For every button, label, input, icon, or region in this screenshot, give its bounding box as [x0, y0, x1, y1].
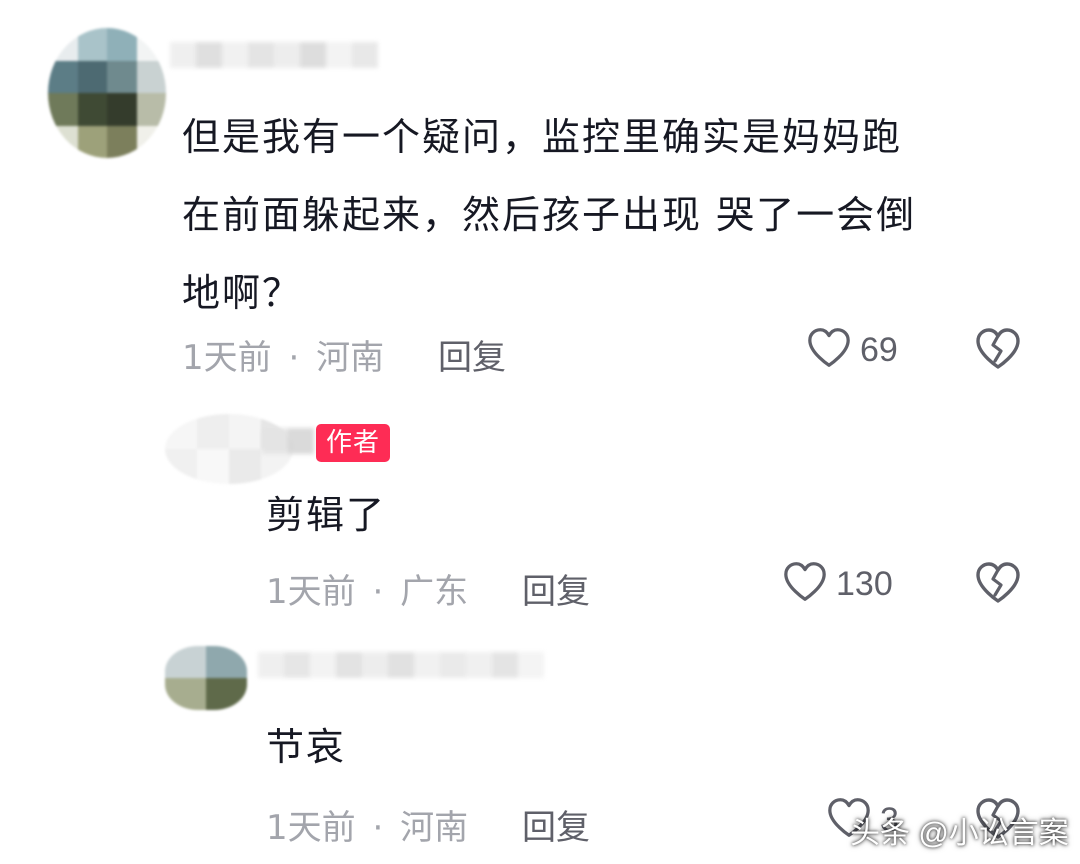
avatar[interactable] — [165, 646, 247, 710]
avatar[interactable] — [48, 28, 166, 158]
reply-button[interactable]: 回复 — [438, 330, 506, 379]
watermark: 头条 @小讼言案 — [850, 817, 1069, 850]
like-button[interactable]: 130 — [782, 560, 893, 608]
meta-separator: · — [288, 338, 300, 378]
heart-outline-icon — [806, 326, 852, 374]
comment-time: 1天前 — [182, 338, 272, 378]
like-count: 69 — [860, 330, 898, 369]
comment-location: 河南 — [316, 338, 385, 378]
comment-location: 河南 — [400, 808, 469, 848]
comment-meta: 1天前 · 广东 — [266, 564, 468, 613]
broken-heart-icon — [974, 562, 1022, 610]
reply-button[interactable]: 回复 — [522, 564, 590, 613]
heart-outline-icon — [782, 560, 828, 608]
comment-text-line: 剪辑了 — [266, 493, 387, 537]
comment-text: 但是我有一个疑问，监控里确实是妈妈跑 在前面躲起来，然后孩子出现 哭了一会倒 地… — [182, 98, 916, 332]
username-blurred[interactable] — [262, 428, 314, 454]
like-button[interactable]: 69 — [806, 326, 898, 374]
comment-time: 1天前 — [266, 808, 356, 848]
meta-separator: · — [372, 808, 384, 848]
comment-location: 广东 — [400, 572, 469, 612]
comment-item: 但是我有一个疑问，监控里确实是妈妈跑 在前面躲起来，然后孩子出现 哭了一会倒 地… — [0, 0, 1080, 400]
reply-item: 作者 剪辑了 1天前 · 广东 回复 130 — [0, 400, 1080, 630]
username-blurred[interactable] — [258, 652, 544, 678]
comment-time: 1天前 — [266, 572, 356, 612]
comment-text: 剪辑了 — [266, 476, 386, 554]
dislike-button[interactable] — [974, 560, 1022, 610]
broken-heart-icon — [974, 328, 1022, 376]
meta-separator: · — [372, 572, 384, 612]
username-blurred[interactable] — [170, 42, 378, 68]
comment-meta: 1天前 · 河南 — [182, 330, 384, 379]
comment-text-line: 节哀 — [266, 725, 347, 769]
dislike-button[interactable] — [974, 326, 1022, 376]
like-count: 130 — [836, 564, 893, 603]
comment-text-line: 地啊？ — [182, 271, 303, 315]
reply-button[interactable]: 回复 — [522, 800, 590, 849]
author-badge: 作者 — [316, 424, 391, 462]
comment-text: 节哀 — [266, 708, 346, 786]
comment-text-line: 在前面躲起来，然后孩子出现 哭了一会倒 — [182, 193, 917, 237]
comment-meta: 1天前 · 河南 — [266, 800, 468, 849]
comment-text-line: 但是我有一个疑问，监控里确实是妈妈跑 — [182, 115, 903, 159]
